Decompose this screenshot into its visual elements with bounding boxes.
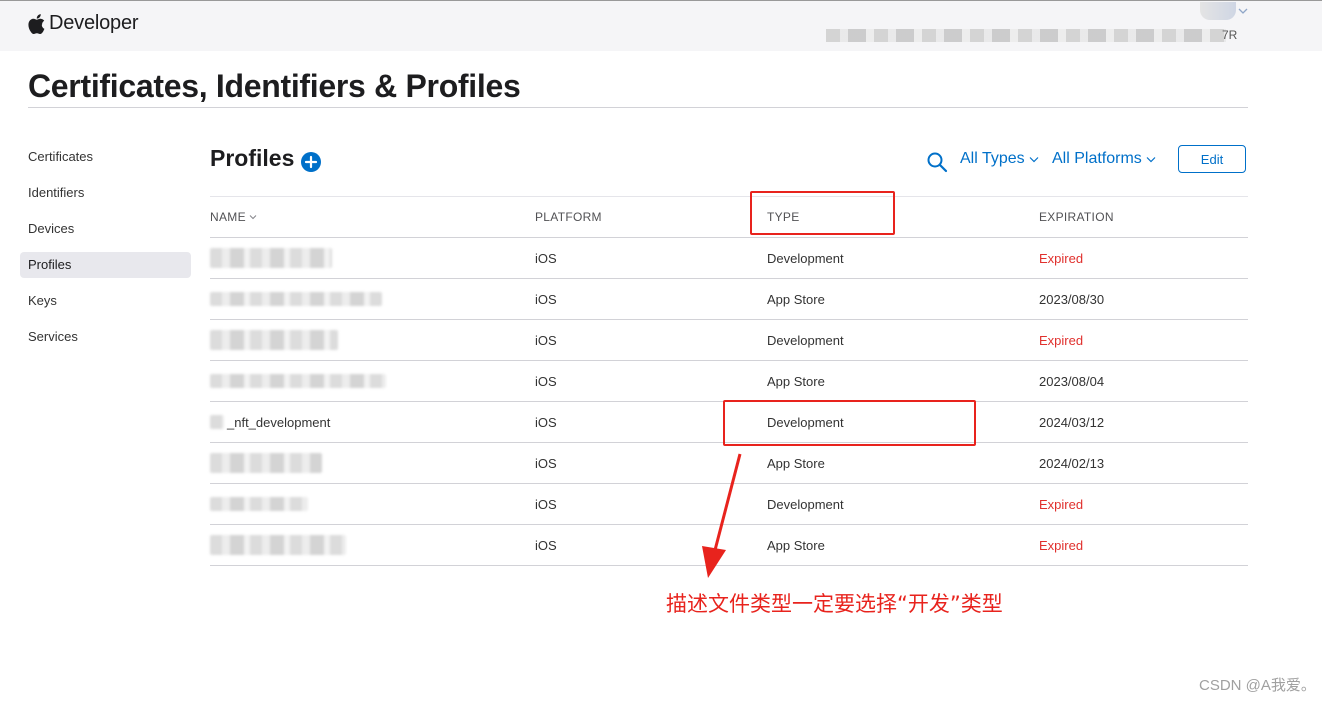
column-header-label: NAME bbox=[210, 210, 246, 224]
chevron-down-icon[interactable] bbox=[1238, 7, 1248, 15]
type-cell: App Store bbox=[767, 373, 825, 389]
expiration-cell: Expired bbox=[1039, 496, 1084, 512]
expiration-cell: 2023/08/04 bbox=[1039, 373, 1105, 389]
profile-name-cell bbox=[210, 453, 535, 473]
redacted-name-prefix bbox=[210, 415, 224, 429]
table-row[interactable]: iOS Development Expired bbox=[210, 320, 1248, 361]
table-row[interactable]: iOS App Store 2023/08/04 bbox=[210, 361, 1248, 402]
redacted-name bbox=[210, 497, 308, 511]
profile-name-cell: _nft_development bbox=[210, 415, 535, 430]
page-title: Certificates, Identifiers & Profiles bbox=[28, 68, 521, 104]
profile-name-cell bbox=[210, 535, 535, 555]
sort-chevron-icon bbox=[249, 215, 257, 220]
table-row[interactable]: _nft_development iOS Development 2024/03… bbox=[210, 402, 1248, 443]
expiration-cell: 2023/08/30 bbox=[1039, 291, 1105, 307]
type-cell: App Store bbox=[767, 455, 825, 471]
column-header-name[interactable]: NAME bbox=[210, 210, 535, 224]
platform-cell: iOS bbox=[535, 373, 557, 389]
global-header: Developer 7R bbox=[0, 0, 1322, 51]
profile-name-cell bbox=[210, 374, 535, 388]
annotation-arrow-icon bbox=[702, 453, 742, 578]
add-profile-icon[interactable] bbox=[301, 152, 321, 172]
type-cell: Development bbox=[767, 414, 844, 430]
expiration-cell: 2024/02/13 bbox=[1039, 455, 1105, 471]
account-name-redacted bbox=[826, 29, 1226, 42]
chevron-down-icon bbox=[1029, 156, 1039, 162]
section-title: Profiles bbox=[210, 145, 295, 171]
platform-filter-dropdown[interactable]: All Platforms bbox=[1052, 150, 1156, 168]
brand-label: Developer bbox=[49, 12, 139, 34]
table-header: NAME PLATFORM TYPE EXPIRATION bbox=[210, 197, 1248, 238]
redacted-name bbox=[210, 535, 346, 555]
profile-name-cell bbox=[210, 330, 535, 350]
platform-filter-label: All Platforms bbox=[1052, 150, 1142, 167]
title-divider bbox=[28, 107, 1248, 108]
redacted-name bbox=[210, 248, 332, 268]
avatar[interactable] bbox=[1200, 2, 1236, 20]
type-filter-label: All Types bbox=[960, 150, 1025, 167]
type-filter-dropdown[interactable]: All Types bbox=[960, 150, 1039, 168]
type-cell: App Store bbox=[767, 291, 825, 307]
developer-home-link[interactable]: Developer bbox=[28, 12, 139, 35]
redacted-name bbox=[210, 453, 322, 473]
column-header-type[interactable]: TYPE bbox=[767, 210, 1039, 224]
expiration-cell: Expired bbox=[1039, 250, 1084, 266]
platform-cell: iOS bbox=[535, 332, 557, 348]
table-row[interactable]: iOS App Store 2023/08/30 bbox=[210, 279, 1248, 320]
profiles-panel: Profiles All Types All Platforms Edit NA… bbox=[210, 140, 1248, 566]
chevron-down-icon bbox=[1146, 156, 1156, 162]
apple-logo-icon bbox=[28, 13, 45, 34]
sidebar-nav: Certificates Identifiers Devices Profile… bbox=[20, 144, 191, 360]
edit-button[interactable]: Edit bbox=[1178, 145, 1246, 173]
platform-cell: iOS bbox=[535, 291, 557, 307]
sidebar-item-certificates[interactable]: Certificates bbox=[20, 144, 191, 170]
redacted-name bbox=[210, 292, 382, 306]
platform-cell: iOS bbox=[535, 250, 557, 266]
profile-name-cell bbox=[210, 292, 535, 306]
type-cell: App Store bbox=[767, 537, 825, 553]
sidebar-item-identifiers[interactable]: Identifiers bbox=[20, 180, 191, 206]
type-cell: Development bbox=[767, 496, 844, 512]
type-cell: Development bbox=[767, 332, 844, 348]
expiration-cell: Expired bbox=[1039, 332, 1084, 348]
sidebar-item-profiles[interactable]: Profiles bbox=[20, 252, 191, 278]
sidebar-item-keys[interactable]: Keys bbox=[20, 288, 191, 314]
search-icon[interactable] bbox=[926, 151, 948, 173]
redacted-name bbox=[210, 374, 386, 388]
platform-cell: iOS bbox=[535, 414, 557, 430]
column-header-expiration[interactable]: EXPIRATION bbox=[1039, 210, 1248, 224]
sidebar-item-devices[interactable]: Devices bbox=[20, 216, 191, 242]
profile-name: _nft_development bbox=[227, 414, 331, 430]
redacted-name bbox=[210, 330, 338, 350]
profile-name-cell bbox=[210, 497, 535, 511]
expiration-cell: 2024/03/12 bbox=[1039, 414, 1105, 430]
annotation-note: 描述文件类型一定要选择“开发”类型 bbox=[666, 592, 1003, 616]
section-header: Profiles All Types All Platforms Edit bbox=[210, 140, 1248, 196]
expiration-cell: Expired bbox=[1039, 537, 1084, 553]
account-team-id: 7R bbox=[1222, 28, 1238, 42]
table-row[interactable]: iOS Development Expired bbox=[210, 238, 1248, 279]
watermark: CSDN @A我爱。 bbox=[1199, 677, 1316, 694]
column-header-platform[interactable]: PLATFORM bbox=[535, 210, 767, 224]
profile-name-cell bbox=[210, 248, 535, 268]
sidebar-item-services[interactable]: Services bbox=[20, 324, 191, 350]
type-cell: Development bbox=[767, 250, 844, 266]
